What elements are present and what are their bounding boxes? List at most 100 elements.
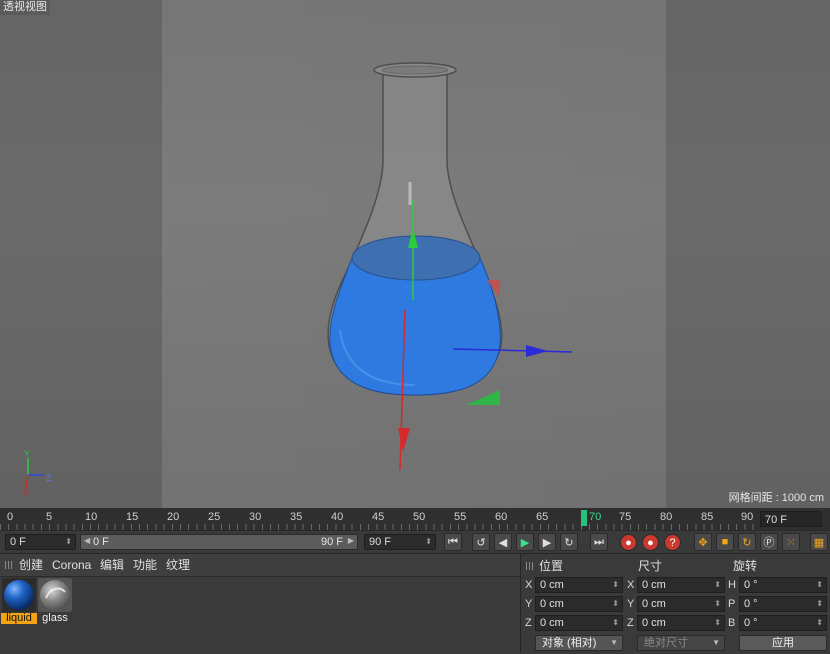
end-frame-value: 90 F <box>369 536 392 548</box>
material-name: liquid <box>1 613 37 624</box>
keyframe-help-button[interactable]: ? <box>664 534 681 551</box>
rotation-header: 旋转 <box>733 559 758 573</box>
material-preview-glass[interactable] <box>38 578 72 612</box>
panel-grip-icon[interactable] <box>5 561 13 569</box>
chevron-down-icon: ▼ <box>712 638 720 647</box>
material-manager: 创建 Corona 编辑 功能 纹理 liquid glass <box>0 553 520 654</box>
size-x-field[interactable]: 0 cm ⬍ <box>637 577 725 593</box>
rotation-p-field[interactable]: 0 ° ⬍ <box>739 596 827 612</box>
axis-x-label: X <box>23 487 29 497</box>
stepper-icon[interactable]: ⬍ <box>714 616 721 630</box>
size-header: 尺寸 <box>638 559 663 573</box>
tick-label: 65 <box>536 511 549 523</box>
go-to-end-button[interactable]: ⏭ <box>590 533 608 551</box>
stepper-icon[interactable]: ⬍ <box>816 616 823 630</box>
position-z-value: 0 cm <box>540 617 564 629</box>
chevron-down-icon: ▼ <box>610 638 618 647</box>
current-frame-field[interactable]: 70 F <box>760 511 822 527</box>
rotation-h-value: 0 ° <box>744 579 758 591</box>
material-glass[interactable]: glass <box>37 578 73 624</box>
menu-edit[interactable]: 编辑 <box>100 554 124 576</box>
range-right-handle-icon[interactable]: ▶ <box>348 536 354 545</box>
material-name: glass <box>42 612 68 624</box>
size-y-label: Y <box>627 598 635 610</box>
go-to-start-button[interactable]: ⏮ <box>444 533 462 551</box>
play-button[interactable]: ▶ <box>516 533 534 551</box>
position-x-label: X <box>525 579 533 591</box>
prev-key-button[interactable]: ↺ <box>472 533 490 551</box>
axis-y-label: Y <box>24 449 30 459</box>
start-frame-value: 0 F <box>10 536 26 548</box>
timeline-ruler[interactable]: 0 5 10 15 20 25 30 35 40 45 50 55 60 65 … <box>0 508 830 530</box>
scene-3d[interactable]: Y Z X <box>0 0 830 508</box>
auto-key-button[interactable]: ● <box>642 534 659 551</box>
panel-grip-icon[interactable] <box>526 562 534 570</box>
size-x-value: 0 cm <box>642 579 666 591</box>
grid-spacing-label: 网格间距 : 1000 cm <box>728 492 824 504</box>
size-y-field[interactable]: 0 cm ⬍ <box>637 596 725 612</box>
position-x-value: 0 cm <box>540 579 564 591</box>
tick-label: 75 <box>619 511 632 523</box>
transport-bar: 0 F ⬍ ◀ 0 F 90 F ▶ 90 F ⬍ ⏮ ↺ ◀ ▶ ▶ ↻ ⏭ … <box>0 530 830 553</box>
menu-texture[interactable]: 纹理 <box>166 554 190 576</box>
rotation-b-value: 0 ° <box>744 617 758 629</box>
menu-corona[interactable]: Corona <box>52 554 91 576</box>
stepper-icon[interactable]: ⬍ <box>714 597 721 611</box>
position-header: 位置 <box>539 559 564 573</box>
stepper-icon[interactable]: ⬍ <box>714 578 721 592</box>
size-mode-dropdown[interactable]: 绝对尺寸 ▼ <box>637 635 725 651</box>
stepper-icon[interactable]: ⬍ <box>612 616 619 630</box>
position-x-field[interactable]: 0 cm ⬍ <box>535 577 623 593</box>
stepper-icon[interactable]: ⬍ <box>816 597 823 611</box>
range-start-label: 0 F <box>93 536 109 548</box>
rotation-h-label: H <box>728 579 736 591</box>
material-preview-liquid[interactable] <box>2 578 36 612</box>
material-liquid[interactable]: liquid <box>1 578 37 624</box>
move-key-icon[interactable]: ✥ <box>694 533 712 551</box>
stepper-icon[interactable]: ⬍ <box>65 535 72 549</box>
prev-frame-button[interactable]: ◀ <box>494 533 512 551</box>
rotation-b-field[interactable]: 0 ° ⬍ <box>739 615 827 631</box>
menu-function[interactable]: 功能 <box>133 554 157 576</box>
range-left-handle-icon[interactable]: ◀ <box>84 536 90 545</box>
viewport-title[interactable]: 透视视图 <box>0 0 50 15</box>
preview-range-slider[interactable]: ◀ 0 F 90 F ▶ <box>80 534 358 550</box>
tick-label: 60 <box>495 511 508 523</box>
stepper-icon[interactable]: ⬍ <box>612 578 619 592</box>
record-keys-button[interactable]: ● <box>620 534 637 551</box>
tick-label: 90 <box>741 511 754 523</box>
size-z-value: 0 cm <box>642 617 666 629</box>
tick-label: 40 <box>331 511 344 523</box>
rotate-key-icon[interactable]: ↻ <box>738 533 756 551</box>
tick-label: 10 <box>85 511 98 523</box>
coordinate-mode-dropdown[interactable]: 对象 (相对) ▼ <box>535 635 623 651</box>
size-z-field[interactable]: 0 cm ⬍ <box>637 615 725 631</box>
menu-create[interactable]: 创建 <box>19 554 43 576</box>
stepper-icon[interactable]: ⬍ <box>612 597 619 611</box>
rotation-h-field[interactable]: 0 ° ⬍ <box>739 577 827 593</box>
position-y-field[interactable]: 0 cm ⬍ <box>535 596 623 612</box>
end-frame-field[interactable]: 90 F ⬍ <box>364 534 436 550</box>
position-z-label: Z <box>525 617 532 629</box>
current-frame-label: 70 <box>589 511 602 523</box>
playhead[interactable] <box>581 510 587 526</box>
apply-button[interactable]: 应用 <box>739 635 827 651</box>
point-level-icon[interactable]: ⁙ <box>782 533 800 551</box>
start-frame-field[interactable]: 0 F ⬍ <box>5 534 76 550</box>
parameter-key-icon[interactable]: Ⓟ <box>760 533 778 551</box>
flask-object[interactable] <box>327 62 503 396</box>
size-y-value: 0 cm <box>642 598 666 610</box>
timeline-window-icon[interactable]: ▦ <box>810 533 828 551</box>
next-frame-button[interactable]: ▶ <box>538 533 556 551</box>
rotation-p-value: 0 ° <box>744 598 758 610</box>
material-menu-bar: 创建 Corona 编辑 功能 纹理 <box>0 554 520 577</box>
next-key-button[interactable]: ↻ <box>560 533 578 551</box>
tick-label: 25 <box>208 511 221 523</box>
perspective-viewport[interactable]: Y Z X 透视视图 网格间距 : 1000 cm <box>0 0 830 508</box>
stepper-icon[interactable]: ⬍ <box>816 578 823 592</box>
coordinate-mode-value: 对象 (相对) <box>542 637 597 649</box>
position-z-field[interactable]: 0 cm ⬍ <box>535 615 623 631</box>
scale-key-icon[interactable]: ■ <box>716 533 734 551</box>
stepper-icon[interactable]: ⬍ <box>425 535 432 549</box>
position-y-label: Y <box>525 598 533 610</box>
